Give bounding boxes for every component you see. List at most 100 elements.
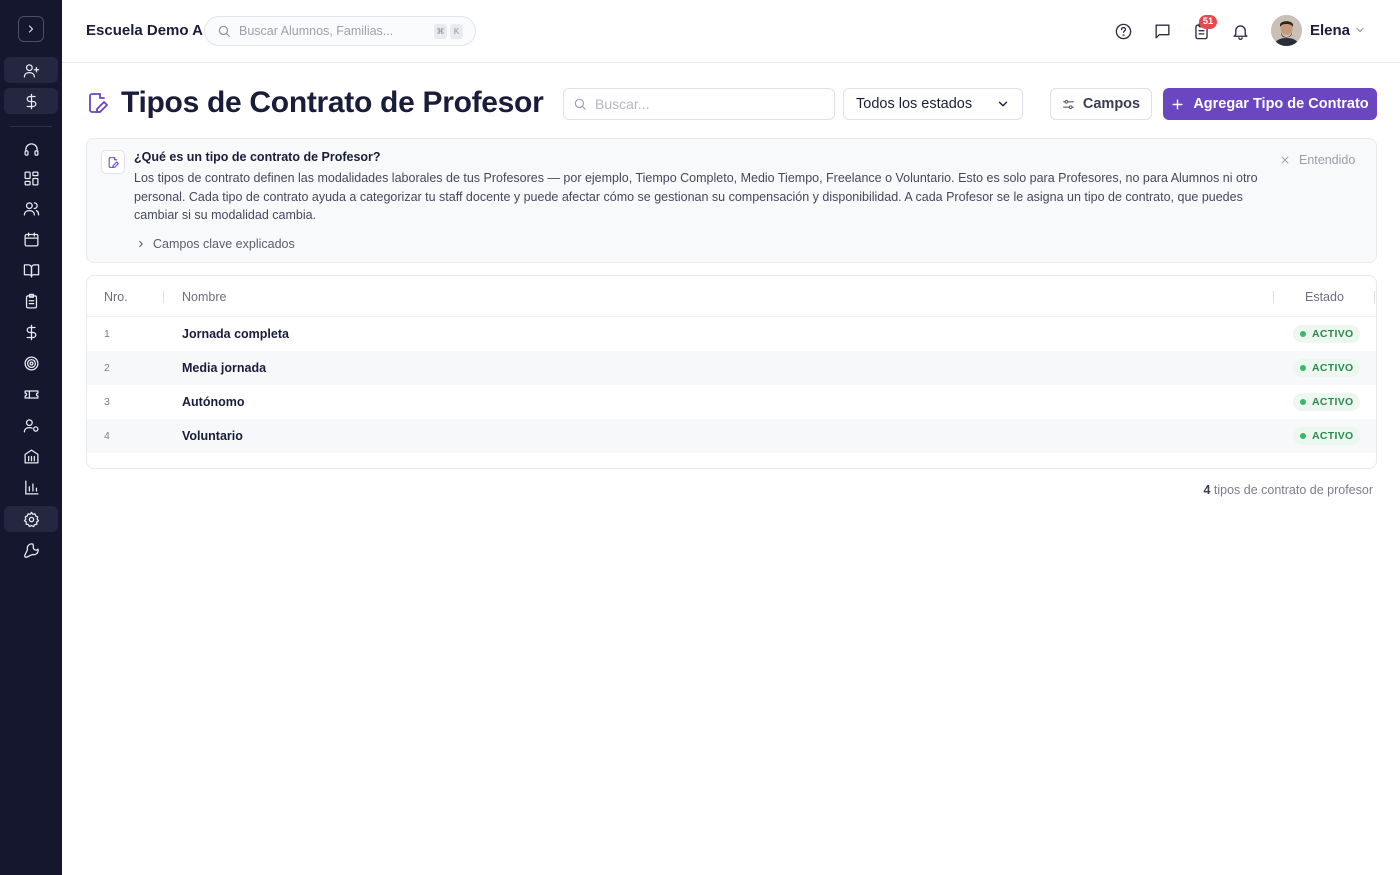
- close-icon: [1281, 156, 1289, 164]
- global-search-input[interactable]: Buscar Alumnos, Familias... ⌘ K: [204, 16, 476, 46]
- target-icon: [23, 355, 39, 371]
- avatar[interactable]: [1271, 15, 1302, 46]
- table-row[interactable]: 1 Jornada completa ACTIVO: [87, 317, 1376, 351]
- column-separator: [1374, 291, 1375, 303]
- status-badge: ACTIVO: [1293, 393, 1361, 411]
- key-fields-label: Campos clave explicados: [153, 237, 295, 251]
- contract-types-table: Nro. Nombre Estado 1 Jornada completa AC…: [86, 275, 1377, 469]
- calendar-icon: [23, 231, 39, 247]
- chevron-right-icon: [28, 25, 34, 33]
- search-icon: [218, 25, 230, 37]
- column-header-status[interactable]: Estado: [1305, 290, 1344, 304]
- row-name[interactable]: Voluntario: [182, 429, 243, 443]
- status-dot: [1300, 399, 1306, 405]
- row-name[interactable]: Autónomo: [182, 395, 244, 409]
- sidebar-item-calendar[interactable]: [4, 226, 58, 252]
- results-count: 4 tipos de contrato de profesor: [1203, 483, 1373, 497]
- table-header: Nro. Nombre Estado: [87, 276, 1376, 317]
- status-filter-select[interactable]: Todos los estados: [843, 88, 1023, 120]
- search-input[interactable]: Buscar...: [563, 88, 835, 120]
- sidebar-item-school[interactable]: [4, 443, 58, 469]
- status-label: ACTIVO: [1312, 328, 1354, 340]
- results-count-label: tipos de contrato de profesor: [1213, 483, 1373, 497]
- sidebar-item-settings[interactable]: [4, 506, 58, 532]
- column-header-number[interactable]: Nro.: [104, 290, 128, 304]
- sidebar-item-dashboard[interactable]: [4, 165, 58, 191]
- add-contract-type-label: Agregar Tipo de Contrato: [1193, 96, 1369, 112]
- key-fields-toggle[interactable]: Campos clave explicados: [136, 237, 295, 251]
- help-circle-icon: [1115, 23, 1131, 39]
- sidebar-item-tickets[interactable]: [4, 381, 58, 407]
- search-icon: [574, 98, 586, 110]
- info-dismiss-button[interactable]: Entendido: [1280, 153, 1355, 167]
- sidebar-divider: [10, 126, 52, 127]
- sidebar-item-add-student[interactable]: [4, 57, 58, 83]
- tasks-count-badge: 51: [1199, 15, 1217, 29]
- gear-icon: [23, 511, 39, 527]
- info-dismiss-label: Entendido: [1299, 153, 1356, 167]
- ticket-icon: [23, 389, 39, 399]
- sidebar-item-tasks[interactable]: [4, 288, 58, 314]
- row-number: 4: [104, 430, 110, 442]
- users-icon: [23, 201, 39, 216]
- table-row[interactable]: 2 Media jornada ACTIVO: [87, 351, 1376, 385]
- table-row[interactable]: 4 Voluntario ACTIVO: [87, 419, 1376, 453]
- sidebar-item-people[interactable]: [4, 195, 58, 221]
- user-plus-icon: [23, 63, 39, 78]
- global-search-placeholder: Buscar Alumnos, Familias...: [239, 24, 394, 38]
- table-row[interactable]: 3 Autónomo ACTIVO: [87, 385, 1376, 419]
- status-badge: ACTIVO: [1293, 359, 1361, 377]
- sidebar-item-billing[interactable]: [4, 319, 58, 345]
- chevron-down-icon: [998, 101, 1008, 107]
- plus-icon: [1172, 98, 1183, 110]
- messages-button[interactable]: [1151, 20, 1173, 42]
- status-dot: [1300, 331, 1306, 337]
- info-panel-title: ¿Qué es un tipo de contrato de Profesor?: [134, 150, 381, 164]
- headset-icon: [23, 142, 39, 156]
- sliders-icon: [1062, 99, 1074, 109]
- status-label: ACTIVO: [1312, 362, 1354, 374]
- results-count-number: 4: [1203, 483, 1211, 497]
- user-settings-icon: [23, 418, 39, 433]
- dollar-icon: [26, 324, 36, 340]
- status-dot: [1300, 433, 1306, 439]
- help-button[interactable]: [1112, 20, 1134, 42]
- sidebar-item-staff[interactable]: [4, 412, 58, 438]
- shortcut-key-k: K: [450, 23, 463, 39]
- column-separator: [1273, 291, 1274, 303]
- add-contract-type-button[interactable]: Agregar Tipo de Contrato: [1163, 88, 1377, 120]
- status-label: ACTIVO: [1312, 396, 1354, 408]
- school-name[interactable]: Escuela Demo A: [86, 22, 203, 39]
- sidebar-item-courses[interactable]: [4, 257, 58, 283]
- message-square-icon: [1154, 23, 1170, 39]
- column-separator: [163, 291, 164, 303]
- chevron-down-icon[interactable]: [1354, 24, 1366, 36]
- sidebar-expand-button[interactable]: [18, 16, 44, 42]
- dollar-icon: [26, 93, 36, 109]
- column-header-name[interactable]: Nombre: [182, 290, 226, 304]
- row-name[interactable]: Jornada completa: [182, 327, 289, 341]
- fields-button-label: Campos: [1082, 96, 1141, 112]
- sidebar-item-payments[interactable]: [4, 88, 58, 114]
- sidebar-item-tools[interactable]: [4, 537, 58, 563]
- user-photo-icon: [1271, 15, 1302, 46]
- status-dot: [1300, 365, 1306, 371]
- chevron-right-icon: [139, 240, 143, 248]
- shortcut-key-cmd: ⌘: [434, 23, 447, 39]
- user-name[interactable]: Elena: [1310, 22, 1350, 39]
- row-name[interactable]: Media jornada: [182, 361, 266, 375]
- dashboard-icon: [23, 170, 39, 186]
- sidebar-item-support[interactable]: [4, 136, 58, 162]
- status-filter-value: Todos los estados: [856, 96, 973, 112]
- contract-edit-icon: [108, 156, 119, 168]
- wrench-icon: [23, 542, 39, 558]
- bar-chart-icon: [24, 479, 39, 495]
- info-panel: ¿Qué es un tipo de contrato de Profesor?…: [86, 138, 1377, 263]
- building-icon: [23, 448, 39, 464]
- status-label: ACTIVO: [1312, 430, 1354, 442]
- info-panel-body: Los tipos de contrato definen las modali…: [134, 171, 1258, 222]
- notifications-button[interactable]: [1229, 20, 1251, 42]
- sidebar-item-reports[interactable]: [4, 474, 58, 500]
- fields-button[interactable]: Campos: [1050, 88, 1152, 120]
- sidebar-item-goals[interactable]: [4, 350, 58, 376]
